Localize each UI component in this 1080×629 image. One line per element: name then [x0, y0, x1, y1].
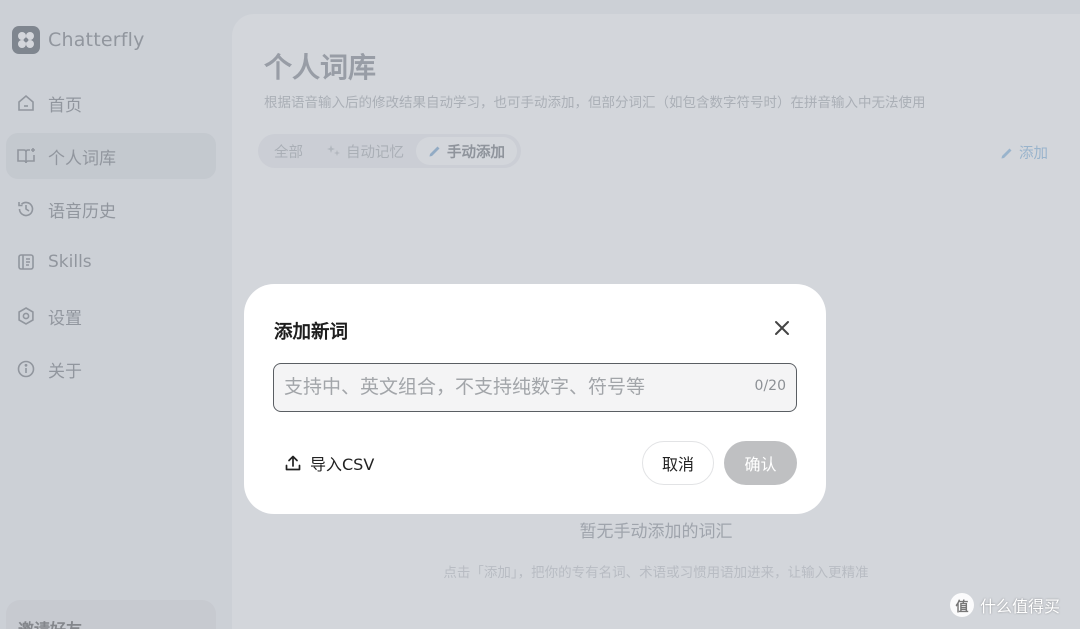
word-input[interactable]: [274, 364, 734, 410]
smzdm-logo-icon: 值: [950, 593, 974, 617]
close-icon: [775, 321, 789, 335]
watermark-text: 什么值得买: [980, 597, 1061, 616]
import-csv-button[interactable]: 导入CSV: [284, 451, 374, 475]
dialog-title: 添加新词: [274, 322, 349, 343]
confirm-button[interactable]: 确认: [724, 441, 797, 485]
add-word-dialog: 添加新词 0/20 导入CSV 取消 确认: [244, 284, 826, 514]
word-input-wrapper: 0/20: [273, 363, 797, 412]
close-button[interactable]: [772, 318, 792, 338]
char-counter: 0/20: [754, 378, 786, 394]
import-csv-label: 导入CSV: [310, 455, 375, 474]
cancel-button[interactable]: 取消: [642, 441, 714, 485]
upload-icon: [285, 455, 301, 471]
watermark: 值 什么值得买: [950, 593, 1060, 617]
